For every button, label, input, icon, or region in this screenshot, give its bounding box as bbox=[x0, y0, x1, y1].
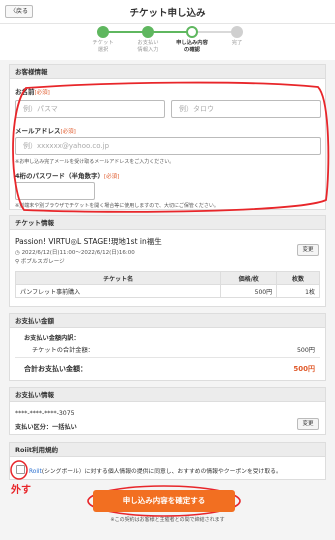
red-annotation-overlay bbox=[10, 81, 330, 517]
annotation-checkbox-circle bbox=[10, 460, 28, 480]
confirm-submit-button[interactable]: 申し込み内容を確定する bbox=[93, 490, 235, 512]
annotation-circle bbox=[12, 81, 330, 213]
annotation-text: 外す bbox=[11, 485, 31, 496]
contract-note: ※この契約はお客様と主催者との間で締結されます bbox=[110, 517, 225, 523]
